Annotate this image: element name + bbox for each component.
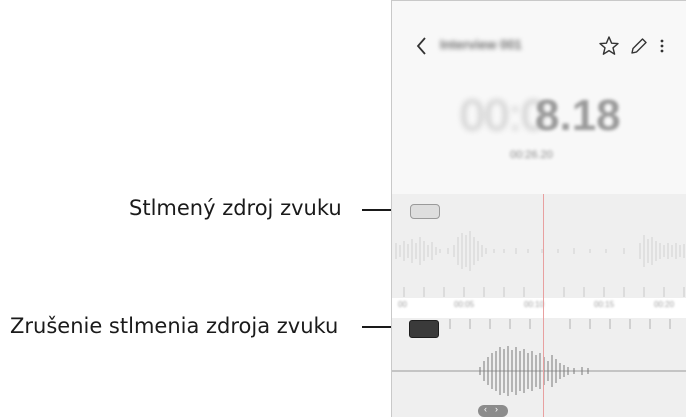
more-vertical-icon[interactable] bbox=[656, 35, 668, 57]
unmuted-source-marker[interactable] bbox=[409, 320, 439, 338]
chevron-left-icon: ‹ bbox=[484, 404, 487, 414]
recording-title[interactable]: Interview 001 bbox=[440, 37, 522, 52]
total-duration: 00:26.20 bbox=[510, 149, 553, 161]
playhead[interactable] bbox=[543, 194, 544, 417]
top-app-bar: Interview 001 bbox=[392, 29, 686, 65]
muted-source-marker[interactable] bbox=[410, 204, 440, 219]
elapsed-time: 00:0 8.18 bbox=[392, 91, 686, 151]
muted-track-waveform bbox=[395, 231, 685, 271]
timer-faded-digits: 00:0 bbox=[460, 91, 546, 140]
timer-main-digits: 8.18 bbox=[535, 91, 621, 140]
chevron-right-icon: › bbox=[495, 404, 498, 414]
chevron-left-icon[interactable] bbox=[412, 33, 432, 59]
unmute-source-callout: Zrušenie stlmenia zdroja zvuku bbox=[10, 314, 339, 338]
recorder-screen: Interview 001 00:0 8.18 00:26.20 00 00:0… bbox=[391, 0, 686, 417]
muted-source-callout: Stlmený zdroj zvuku bbox=[129, 196, 342, 220]
waveform-scroll-handle[interactable]: ‹ › bbox=[478, 404, 508, 417]
unmuted-track-waveform bbox=[392, 346, 686, 396]
pencil-icon[interactable] bbox=[628, 35, 650, 57]
star-outline-icon[interactable] bbox=[598, 35, 620, 57]
